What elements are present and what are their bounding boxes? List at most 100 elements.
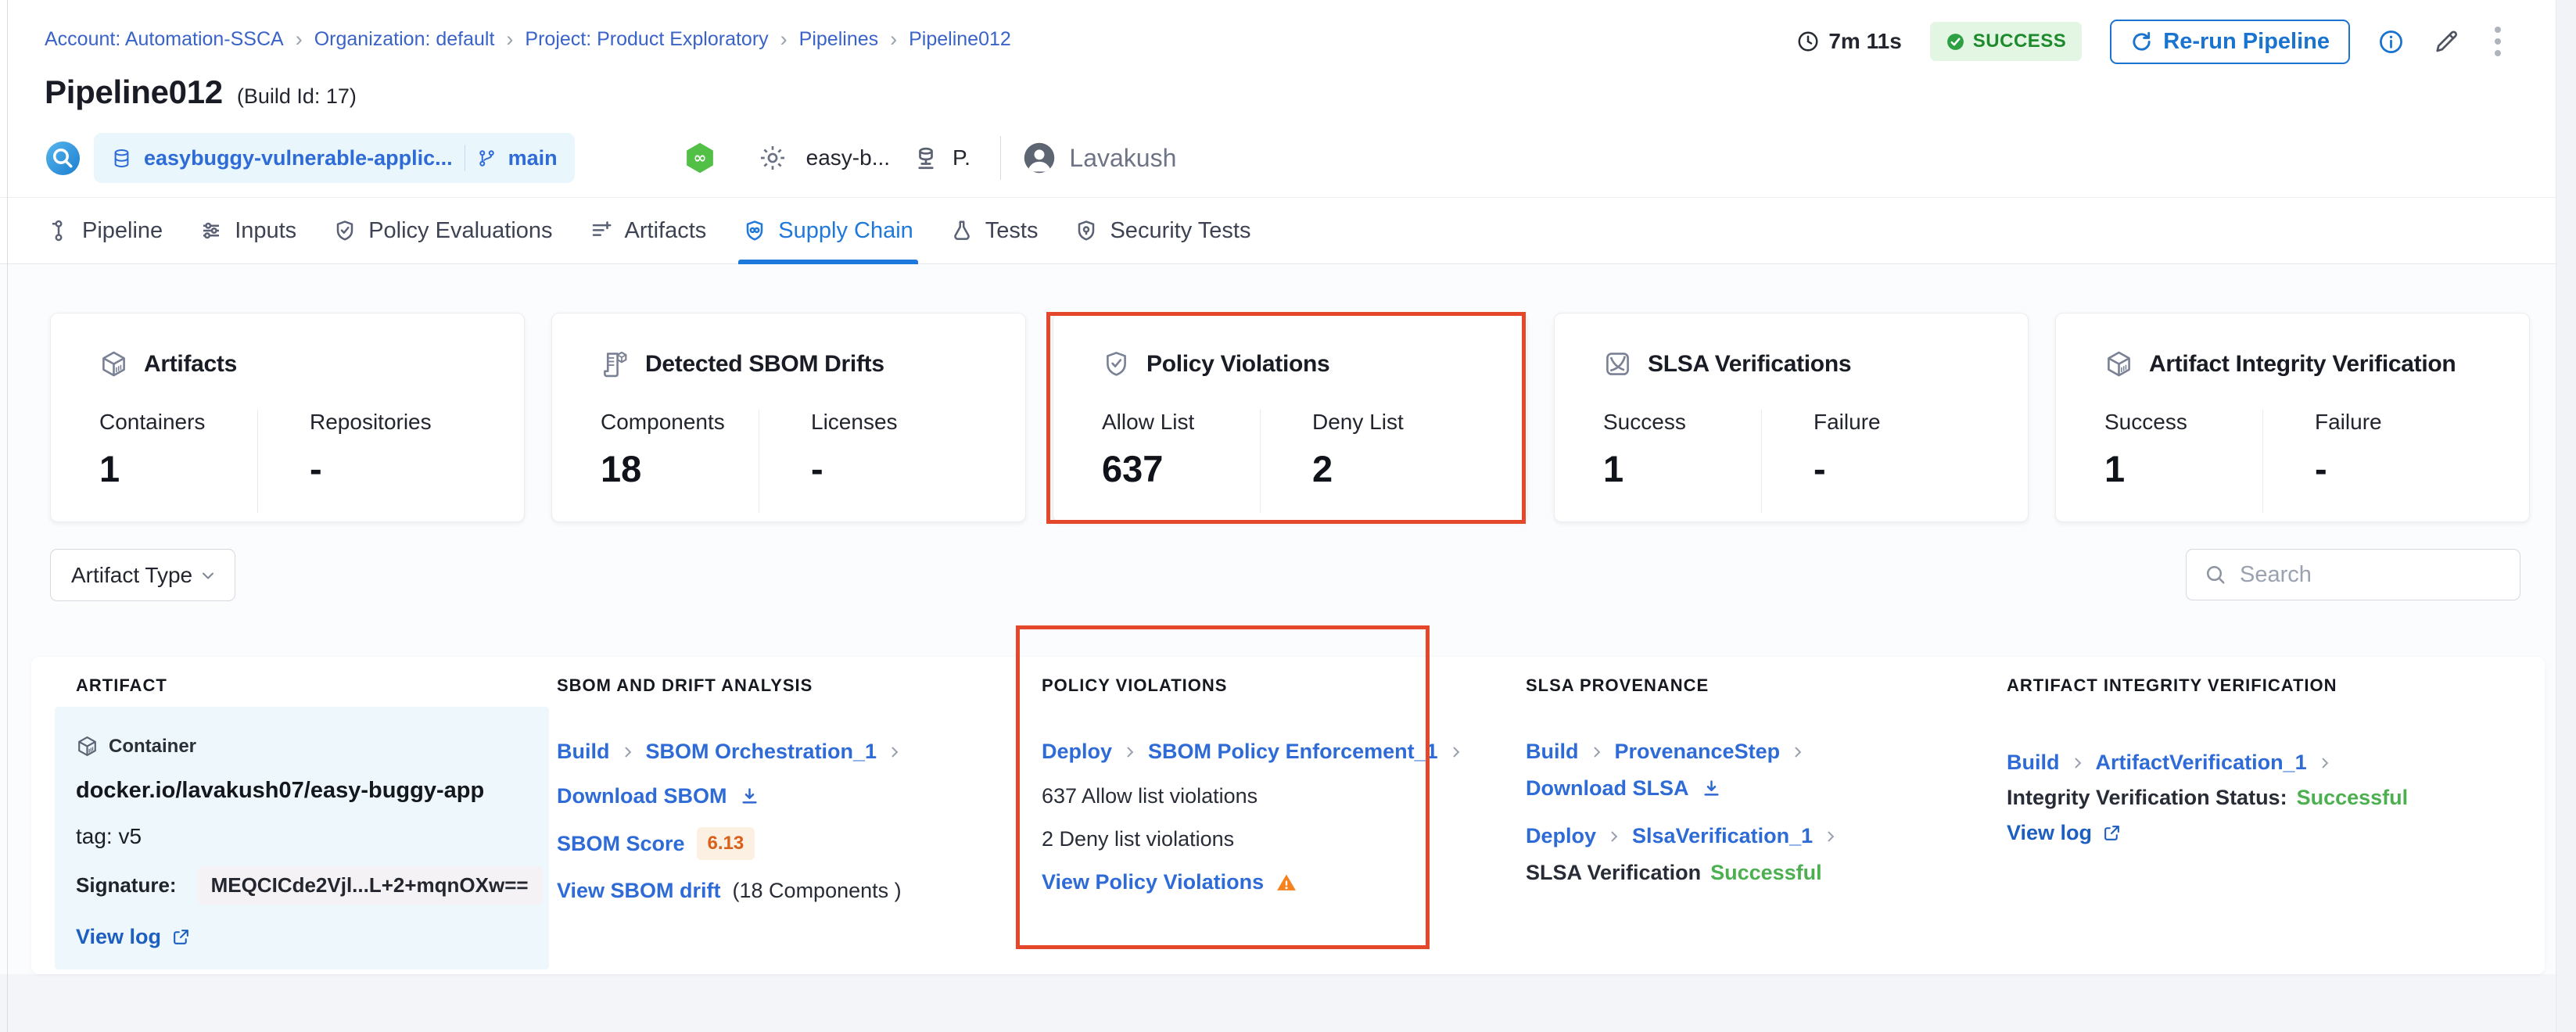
signature-label: Signature: (76, 873, 177, 898)
stat-integrity-failure: Failure - (2262, 410, 2507, 513)
artifact-type-dropdown[interactable]: Artifact Type (50, 549, 235, 601)
gear-icon (758, 143, 788, 173)
stat-value: 18 (601, 447, 759, 490)
download-sbom-link[interactable]: Download SBOM (557, 784, 727, 808)
col-sbom-drift: SBOM AND DRIFT ANALYSIS (557, 675, 1042, 696)
chevron-right-icon (1122, 744, 1138, 760)
breadcrumb-account[interactable]: Account: Automation-SSCA (45, 28, 284, 51)
scrollbar-track[interactable] (2556, 0, 2576, 1032)
edit-pencil-icon[interactable] (2432, 27, 2460, 56)
breadcrumb-pipelines[interactable]: Pipelines (799, 28, 878, 51)
policy-step-link[interactable]: SBOM Policy Enforcement_1 (1148, 740, 1438, 764)
supply-chain-shield-icon (743, 219, 766, 242)
window-left-edge (7, 0, 8, 1032)
tab-artifacts[interactable]: Artifacts (590, 198, 707, 263)
svg-text:∞: ∞ (693, 148, 706, 167)
artifact-cell: Container docker.io/lavakush07/easy-bugg… (76, 735, 537, 949)
shield-check-icon (1102, 349, 1131, 378)
breadcrumb-organization[interactable]: Organization: default (314, 28, 495, 51)
deny-list-violations: 2 Deny list violations (1042, 827, 1503, 851)
policy-stage-link[interactable]: Deploy (1042, 740, 1112, 764)
stat-value: - (310, 447, 502, 490)
stat-value: - (811, 447, 1003, 490)
integrity-stage-link[interactable]: Build (2007, 751, 2060, 775)
status-badge: SUCCESS (1930, 22, 2083, 61)
tab-tests[interactable]: Tests (950, 198, 1039, 263)
policy-cell: Deploy SBOM Policy Enforcement_1 637 All… (1042, 740, 1503, 894)
artifact-view-log-link[interactable]: View log (76, 925, 537, 949)
more-options-icon[interactable] (2488, 23, 2507, 59)
integrity-view-log-link[interactable]: View log (2007, 821, 2468, 845)
chevron-right-icon (1823, 829, 1839, 844)
view-policy-violations-link[interactable]: View Policy Violations (1042, 870, 1264, 894)
chevron-right-icon (1589, 744, 1605, 760)
container-cube-icon (76, 735, 99, 758)
rerun-label: Re-run Pipeline (2163, 29, 2330, 55)
duration: 7m 11s (1796, 29, 1901, 54)
signature-value: MEQCICde2Vjl...L+2+mqnOXw== (197, 866, 543, 905)
infrastructure-icon (912, 144, 940, 172)
slsa-step2-link[interactable]: SlsaVerification_1 (1632, 824, 1813, 848)
sbom-stage-link[interactable]: Build (557, 740, 610, 764)
breadcrumb-pipeline012[interactable]: Pipeline012 (909, 28, 1011, 51)
stat-value: - (2315, 447, 2507, 490)
meta-divider (1000, 136, 1002, 180)
slsa-step1-link[interactable]: ProvenanceStep (1615, 740, 1781, 764)
user-avatar-icon (1023, 142, 1056, 174)
stat-slsa-failure: Failure - (1761, 410, 2006, 513)
chevron-right-icon (620, 744, 636, 760)
stat-value: 1 (1603, 447, 1761, 490)
shield-check-icon (333, 219, 357, 242)
repo-pill[interactable]: easybuggy-vulnerable-applic... main (94, 133, 575, 183)
stat-value: 1 (2104, 447, 2262, 490)
card-title: Artifact Integrity Verification (2149, 351, 2456, 378)
stat-value: 1 (99, 447, 257, 490)
pipeline-meta-row: easybuggy-vulnerable-applic... main ∞ ea… (45, 127, 1176, 189)
sliders-icon (199, 219, 223, 242)
tab-label: Tests (985, 218, 1039, 244)
slsa-cell: Build ProvenanceStep Download SLSA Deplo… (1526, 740, 1987, 885)
branch-name[interactable]: main (508, 146, 558, 170)
stat-components: Components 18 (601, 410, 759, 513)
view-log-label: View log (76, 925, 161, 949)
tab-supply-chain[interactable]: Supply Chain (743, 198, 913, 263)
sbom-score-link[interactable]: SBOM Score (557, 832, 685, 856)
card-title: Detected SBOM Drifts (645, 351, 884, 378)
stat-label: Deny List (1312, 410, 1505, 435)
download-slsa-link[interactable]: Download SLSA (1526, 776, 1689, 801)
rerun-pipeline-button[interactable]: Re-run Pipeline (2110, 20, 2350, 64)
duration-text: 7m 11s (1828, 29, 1901, 54)
sbom-scroll-icon (601, 349, 630, 378)
sbom-step-link[interactable]: SBOM Orchestration_1 (646, 740, 877, 764)
slsa-status-label: SLSA Verification (1526, 861, 1701, 885)
repository-icon (111, 148, 132, 169)
page-title: Pipeline012 (45, 73, 223, 111)
tab-bar: Pipeline Inputs Policy Evaluations Artif… (0, 198, 2556, 264)
ci-hexagon-icon: ∞ (683, 141, 717, 175)
search-input[interactable] (2240, 562, 2535, 588)
col-artifact: ARTIFACT (76, 675, 557, 696)
card-title: Artifacts (144, 351, 237, 378)
tab-label: Policy Evaluations (368, 218, 552, 244)
search-icon (2204, 563, 2227, 586)
stat-value: - (1814, 447, 2006, 490)
col-slsa-provenance: SLSA PROVENANCE (1526, 675, 2007, 696)
tab-inputs[interactable]: Inputs (199, 198, 296, 263)
view-sbom-drift-link[interactable]: View SBOM drift (557, 879, 721, 903)
tab-policy-evaluations[interactable]: Policy Evaluations (333, 198, 552, 263)
stat-value: 637 (1102, 447, 1260, 490)
chevron-right-icon (887, 744, 902, 760)
external-link-icon (171, 927, 191, 947)
slsa-stage1-link[interactable]: Build (1526, 740, 1579, 764)
breadcrumb-project[interactable]: Project: Product Exploratory (525, 28, 768, 51)
tab-pipeline[interactable]: Pipeline (47, 198, 163, 263)
info-icon[interactable] (2378, 29, 2404, 55)
stat-label: Containers (99, 410, 257, 435)
stat-slsa-success: Success 1 (1603, 410, 1761, 513)
tab-security-tests[interactable]: Security Tests (1075, 198, 1250, 263)
integrity-step-link[interactable]: ArtifactVerification_1 (2096, 751, 2307, 775)
titlebar: Pipeline012 (Build Id: 17) (45, 73, 357, 111)
slsa-icon (1603, 349, 1632, 378)
chevron-right-icon (1448, 744, 1464, 760)
slsa-stage2-link[interactable]: Deploy (1526, 824, 1596, 848)
